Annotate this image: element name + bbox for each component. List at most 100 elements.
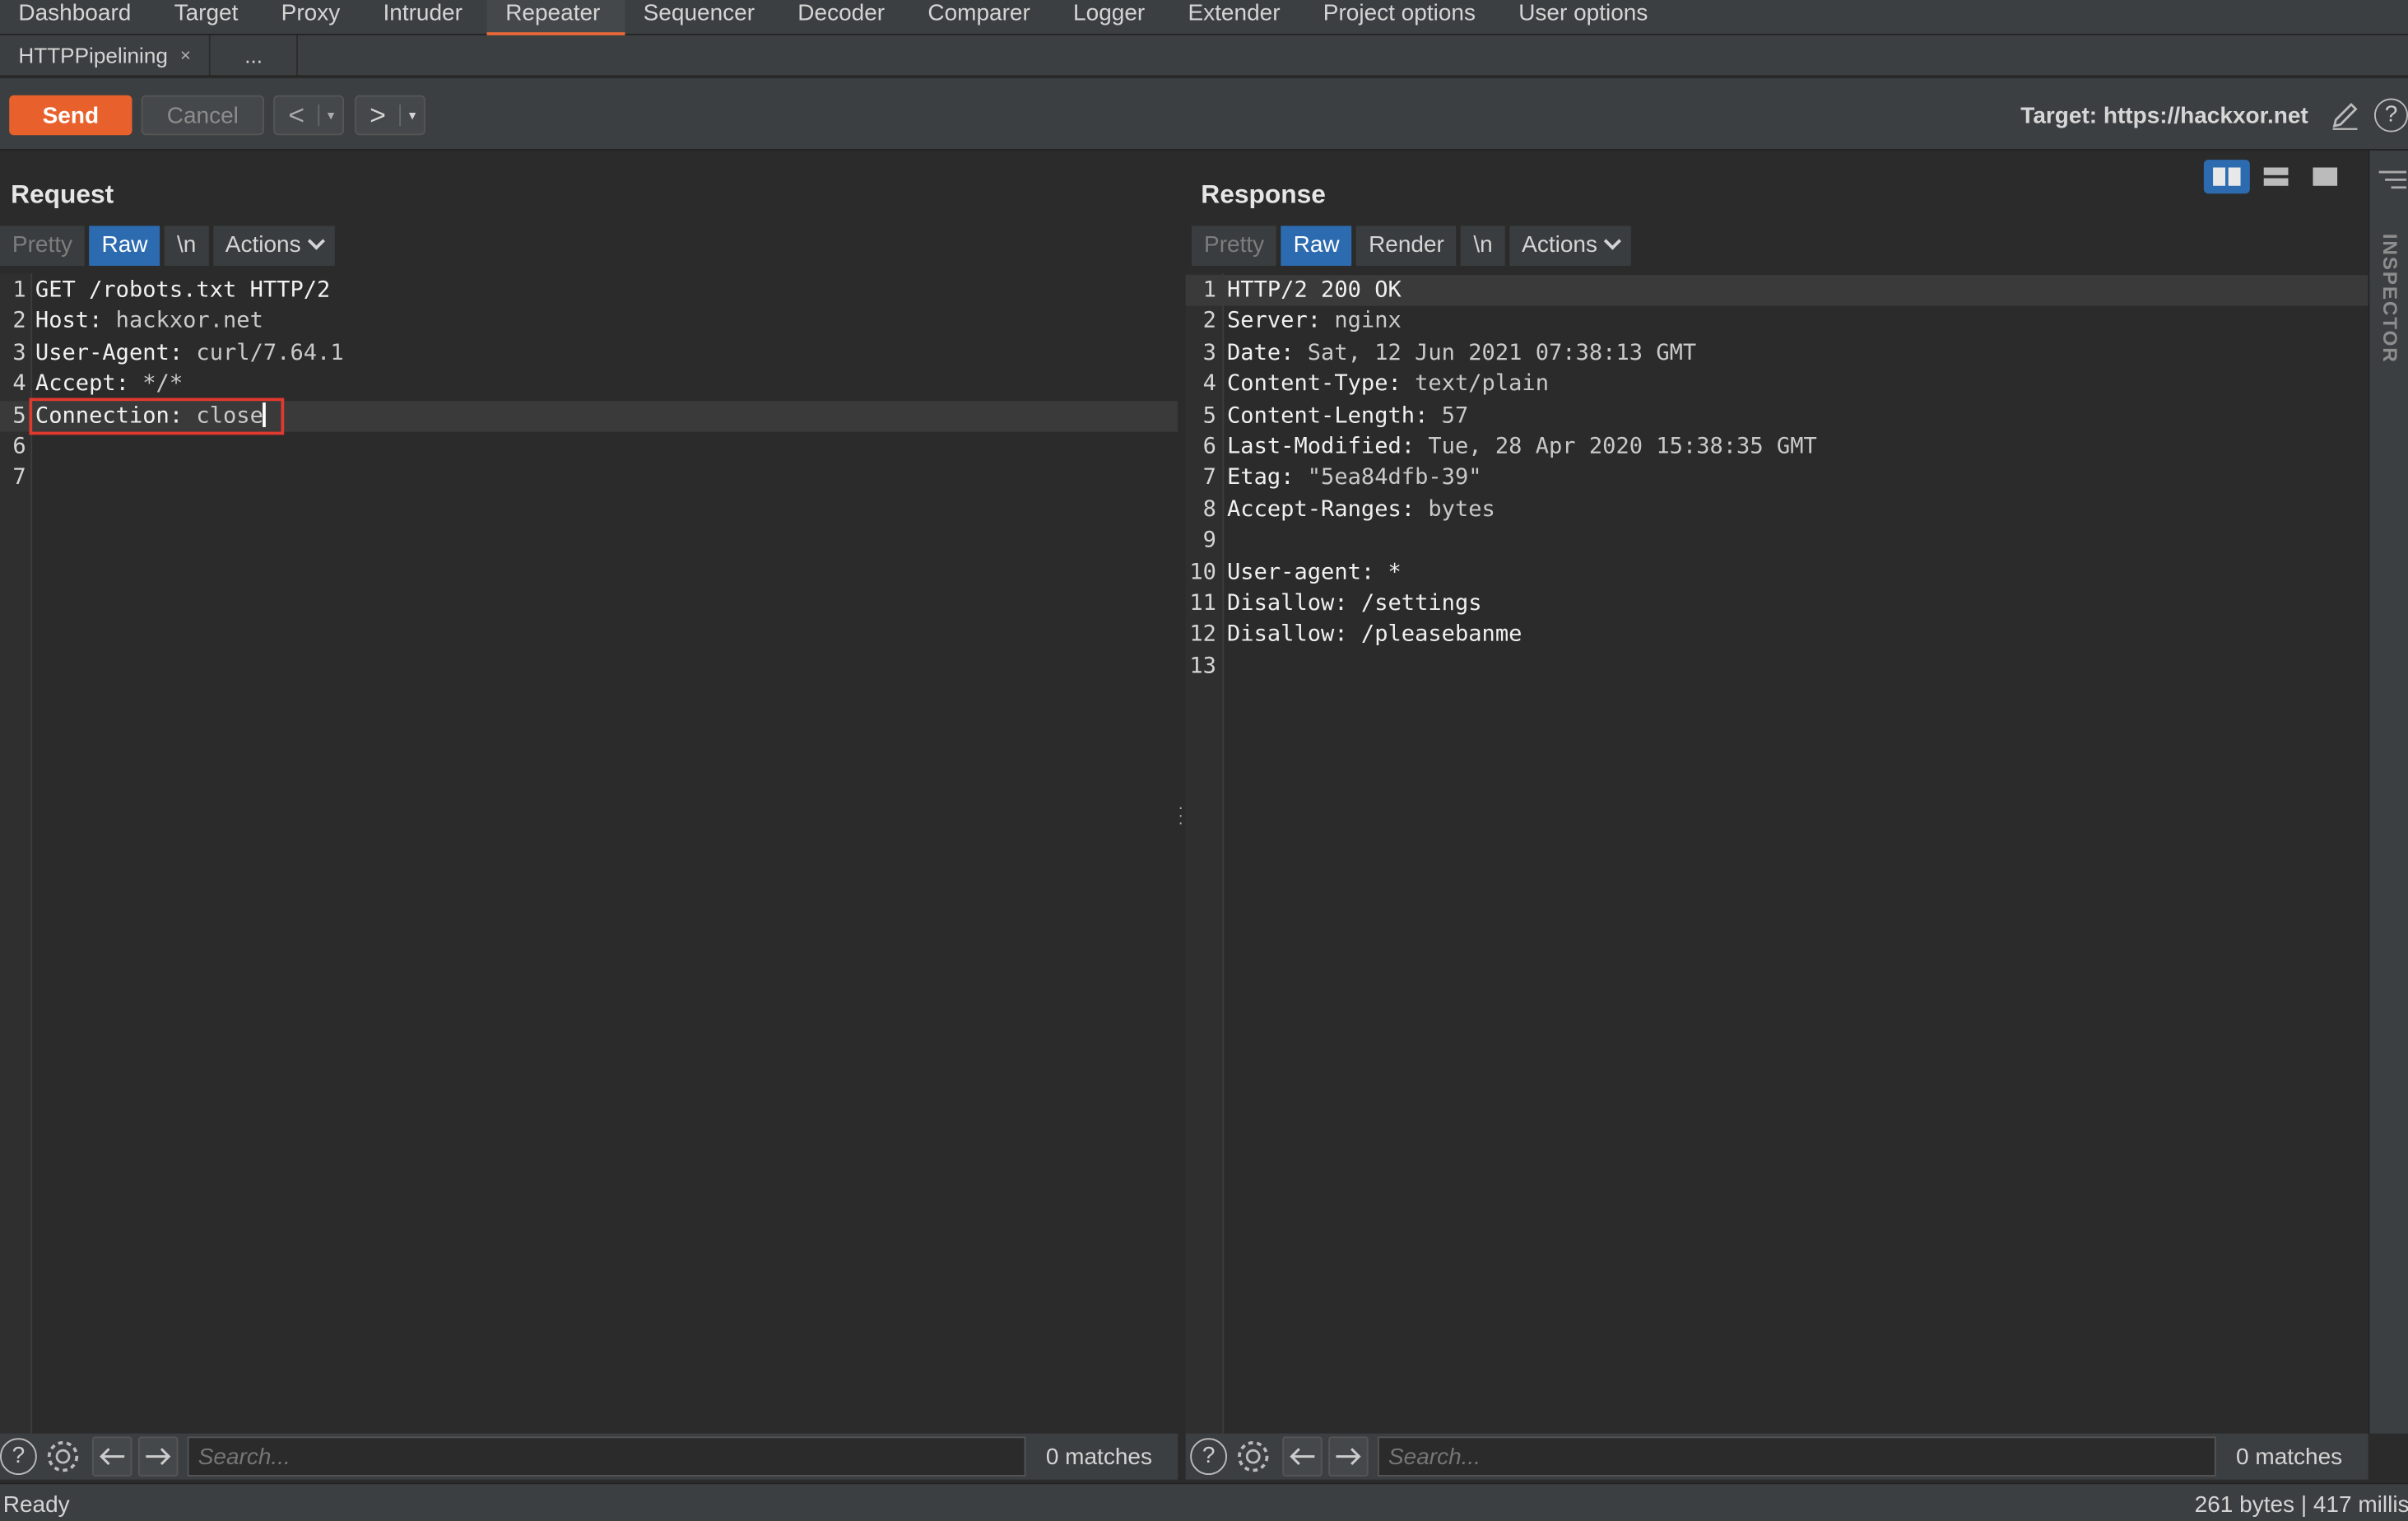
- repeater-tab-httppipelining[interactable]: HTTPPipelining ×: [0, 35, 212, 76]
- line-text: User-Agent: curl/7.64.1: [35, 337, 344, 368]
- send-button[interactable]: Send: [9, 95, 132, 136]
- response-newline-toggle[interactable]: \n: [1461, 226, 1505, 266]
- request-line: 6: [0, 432, 1178, 463]
- line-number: 5: [12, 403, 26, 429]
- cancel-button[interactable]: Cancel: [141, 95, 264, 136]
- burp-repeater-window: Dashboard Target Proxy Intruder Repeater…: [0, 0, 2408, 1521]
- line-text: HTTP/2 200 OK: [1227, 275, 1402, 305]
- line-number: 3: [1202, 341, 1216, 365]
- repeater-tab-label: HTTPPipelining: [18, 43, 168, 68]
- response-search-bar: ? 0 matches: [1185, 1433, 2368, 1480]
- tab-repeater[interactable]: Repeater: [486, 0, 625, 35]
- pencil-icon[interactable]: [2328, 98, 2362, 132]
- tab-sequencer[interactable]: Sequencer: [625, 0, 779, 35]
- line-text: Disallow: /pleasebanme: [1227, 620, 1522, 650]
- line-number: 2: [1202, 309, 1216, 334]
- request-line: 4 Accept: */*: [0, 369, 1178, 399]
- response-line: 13: [1186, 651, 2368, 681]
- connection-header-highlight-box: [29, 398, 285, 435]
- tab-logger[interactable]: Logger: [1055, 0, 1169, 35]
- line-number: 11: [1189, 591, 1216, 616]
- tab-decoder[interactable]: Decoder: [779, 0, 909, 35]
- response-line: 6 Last-Modified: Tue, 28 Apr 2020 15:38:3…: [1186, 432, 2368, 463]
- tab-target[interactable]: Target: [156, 0, 263, 35]
- tab-proxy[interactable]: Proxy: [263, 0, 365, 35]
- response-mode-bar: Pretty Raw Render \n Actions: [1192, 226, 1636, 266]
- tab-intruder[interactable]: Intruder: [365, 0, 487, 35]
- tab-user-options[interactable]: User options: [1500, 0, 1672, 35]
- line-number: 7: [1202, 466, 1216, 491]
- request-actions-menu[interactable]: Actions: [212, 226, 335, 266]
- layout-stacked-icon[interactable]: [2253, 160, 2299, 193]
- request-raw-tab[interactable]: Raw: [89, 226, 160, 266]
- response-search-input[interactable]: [1377, 1436, 2216, 1477]
- next-match-button[interactable]: [137, 1436, 179, 1477]
- next-match-button[interactable]: [1328, 1436, 1369, 1477]
- line-text: Content-Length: 57: [1227, 400, 1468, 430]
- request-editor[interactable]: 1 GET /robots.txt HTTP/2 2 Host: hackxor.ne…: [0, 273, 1178, 1434]
- help-icon[interactable]: ?: [2373, 98, 2408, 133]
- response-line: 7 Etag: "5ea84dfb-39": [1186, 463, 2368, 494]
- request-mode-bar: Pretty Raw \n Actions: [0, 226, 339, 266]
- header-name: GET /robots.txt HTTP/2: [35, 277, 331, 303]
- line-number: 6: [12, 435, 26, 460]
- line-text: Server: nginx: [1227, 306, 1402, 337]
- request-search-bar: ? 0 matches: [0, 1433, 1178, 1480]
- line-text: GET /robots.txt HTTP/2: [35, 275, 330, 305]
- header-name: HTTP/2 200 OK: [1227, 277, 1402, 303]
- previous-match-button[interactable]: [1282, 1436, 1323, 1477]
- response-line: 11 Disallow: /settings: [1186, 588, 2368, 619]
- previous-match-button[interactable]: [91, 1436, 132, 1477]
- line-number: 13: [1189, 654, 1216, 679]
- response-actions-label: Actions: [1522, 231, 1597, 258]
- line-text: Date: Sat, 12 Jun 2021 07:38:13 GMT: [1227, 337, 1696, 368]
- response-actions-menu[interactable]: Actions: [1509, 226, 1632, 266]
- close-icon[interactable]: ×: [180, 44, 191, 66]
- back-arrow-icon[interactable]: <: [275, 97, 318, 134]
- header-value: 57: [1428, 403, 1469, 429]
- tab-dashboard[interactable]: Dashboard: [0, 0, 156, 35]
- line-text: Disallow: /settings: [1227, 588, 1482, 619]
- tab-project-options[interactable]: Project options: [1304, 0, 1499, 35]
- request-line: 3 User-Agent: curl/7.64.1: [0, 337, 1178, 368]
- inspector-menu-icon[interactable]: [2378, 169, 2407, 190]
- line-text: User-agent: *: [1227, 557, 1402, 588]
- response-title: Response: [1201, 179, 1326, 209]
- new-tab-button[interactable]: ...: [211, 35, 298, 76]
- request-actions-label: Actions: [225, 231, 301, 258]
- layout-side-by-side-icon[interactable]: [2203, 160, 2250, 194]
- gear-icon[interactable]: [43, 1436, 83, 1477]
- tab-comparer[interactable]: Comparer: [909, 0, 1055, 35]
- header-name: Content-Length:: [1227, 403, 1429, 429]
- back-dropdown-icon[interactable]: ▾: [318, 104, 342, 127]
- request-line: 1 GET /robots.txt HTTP/2: [0, 275, 1178, 305]
- line-text: Last-Modified: Tue, 28 Apr 2020 15:38:35…: [1227, 432, 1817, 463]
- response-pretty-tab[interactable]: Pretty: [1192, 226, 1277, 266]
- layout-tabs-icon[interactable]: [2302, 160, 2348, 193]
- forward-dropdown-icon[interactable]: ▾: [399, 104, 424, 127]
- response-line: 1 HTTP/2 200 OK: [1185, 275, 2368, 306]
- header-name: Host:: [35, 309, 103, 334]
- request-search-input[interactable]: [187, 1436, 1026, 1477]
- arrow-left-icon: [1290, 1448, 1315, 1466]
- forward-arrow-icon[interactable]: >: [356, 97, 399, 134]
- header-name: Etag:: [1227, 466, 1295, 491]
- pane-splitter[interactable]: [1178, 150, 1186, 1434]
- gear-icon[interactable]: [1233, 1436, 1273, 1477]
- splitter-handle-icon[interactable]: · · ·: [1178, 800, 1183, 832]
- response-render-tab[interactable]: Render: [1356, 226, 1457, 266]
- response-line: 8 Accept-Ranges: bytes: [1186, 495, 2368, 525]
- response-line: 5 Content-Length: 57: [1186, 400, 2368, 430]
- header-value: hackxor.net: [102, 309, 263, 334]
- inspector-label[interactable]: INSPECTOR: [2379, 234, 2402, 364]
- response-line: 12 Disallow: /pleasebanme: [1186, 620, 2368, 650]
- tab-extender[interactable]: Extender: [1169, 0, 1304, 35]
- response-editor[interactable]: 1 HTTP/2 200 OK 2 Server: nginx 3 Date: Sat, …: [1185, 273, 2368, 1434]
- header-value: Sat, 12 Jun 2021 07:38:13 GMT: [1294, 341, 1697, 365]
- help-icon[interactable]: ?: [0, 1438, 37, 1476]
- help-icon[interactable]: ?: [1190, 1438, 1228, 1476]
- response-raw-tab[interactable]: Raw: [1281, 226, 1352, 266]
- request-newline-toggle[interactable]: \n: [165, 226, 209, 266]
- response-match-count: 0 matches: [2236, 1443, 2343, 1470]
- request-pretty-tab[interactable]: Pretty: [0, 226, 85, 266]
